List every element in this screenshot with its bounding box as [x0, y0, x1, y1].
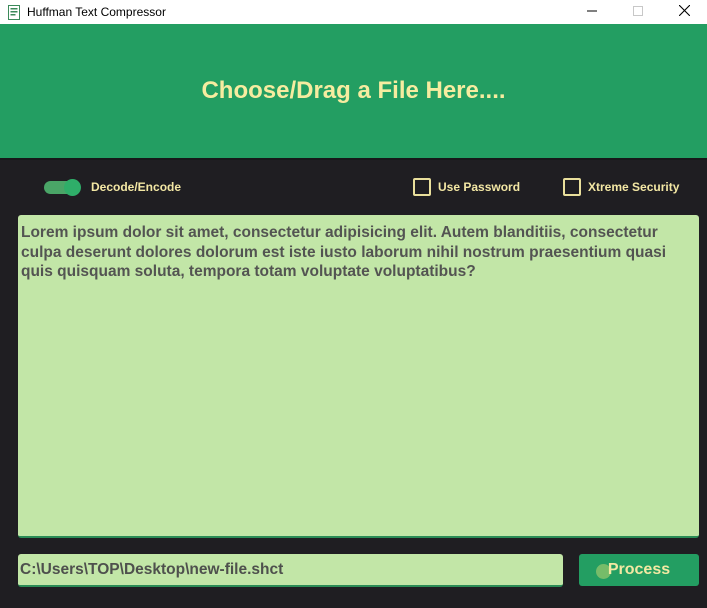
process-button[interactable]: Process	[579, 554, 699, 586]
close-icon	[678, 3, 690, 21]
maximize-icon	[633, 3, 643, 21]
drop-zone-label: Choose/Drag a File Here....	[201, 77, 506, 104]
minimize-icon	[587, 3, 597, 21]
toggle-knob	[64, 179, 81, 196]
xtreme-security-label: Xtreme Security	[588, 180, 680, 194]
window-controls	[569, 0, 707, 24]
maximize-button[interactable]	[615, 0, 661, 24]
window-titlebar: Huffman Text Compressor	[0, 0, 707, 24]
minimize-button[interactable]	[569, 0, 615, 24]
close-button[interactable]	[661, 0, 707, 24]
file-drop-zone[interactable]: Choose/Drag a File Here....	[0, 24, 707, 158]
process-button-label: Process	[607, 561, 671, 578]
text-editor[interactable]: Lorem ipsum dolor sit amet, consectetur …	[18, 215, 699, 538]
divider	[0, 158, 707, 160]
window-title: Huffman Text Compressor	[27, 5, 166, 19]
options-row: Decode/Encode Use Password Xtreme Securi…	[0, 170, 707, 204]
decode-encode-label: Decode/Encode	[91, 180, 182, 194]
decode-encode-toggle[interactable]	[44, 179, 82, 196]
output-path-field[interactable]: C:\Users\TOP\Desktop\new-file.shct	[18, 554, 563, 587]
app-icon	[6, 4, 22, 20]
xtreme-security-checkbox[interactable]	[563, 178, 581, 196]
use-password-label: Use Password	[438, 180, 521, 194]
use-password-checkbox[interactable]	[413, 178, 431, 196]
